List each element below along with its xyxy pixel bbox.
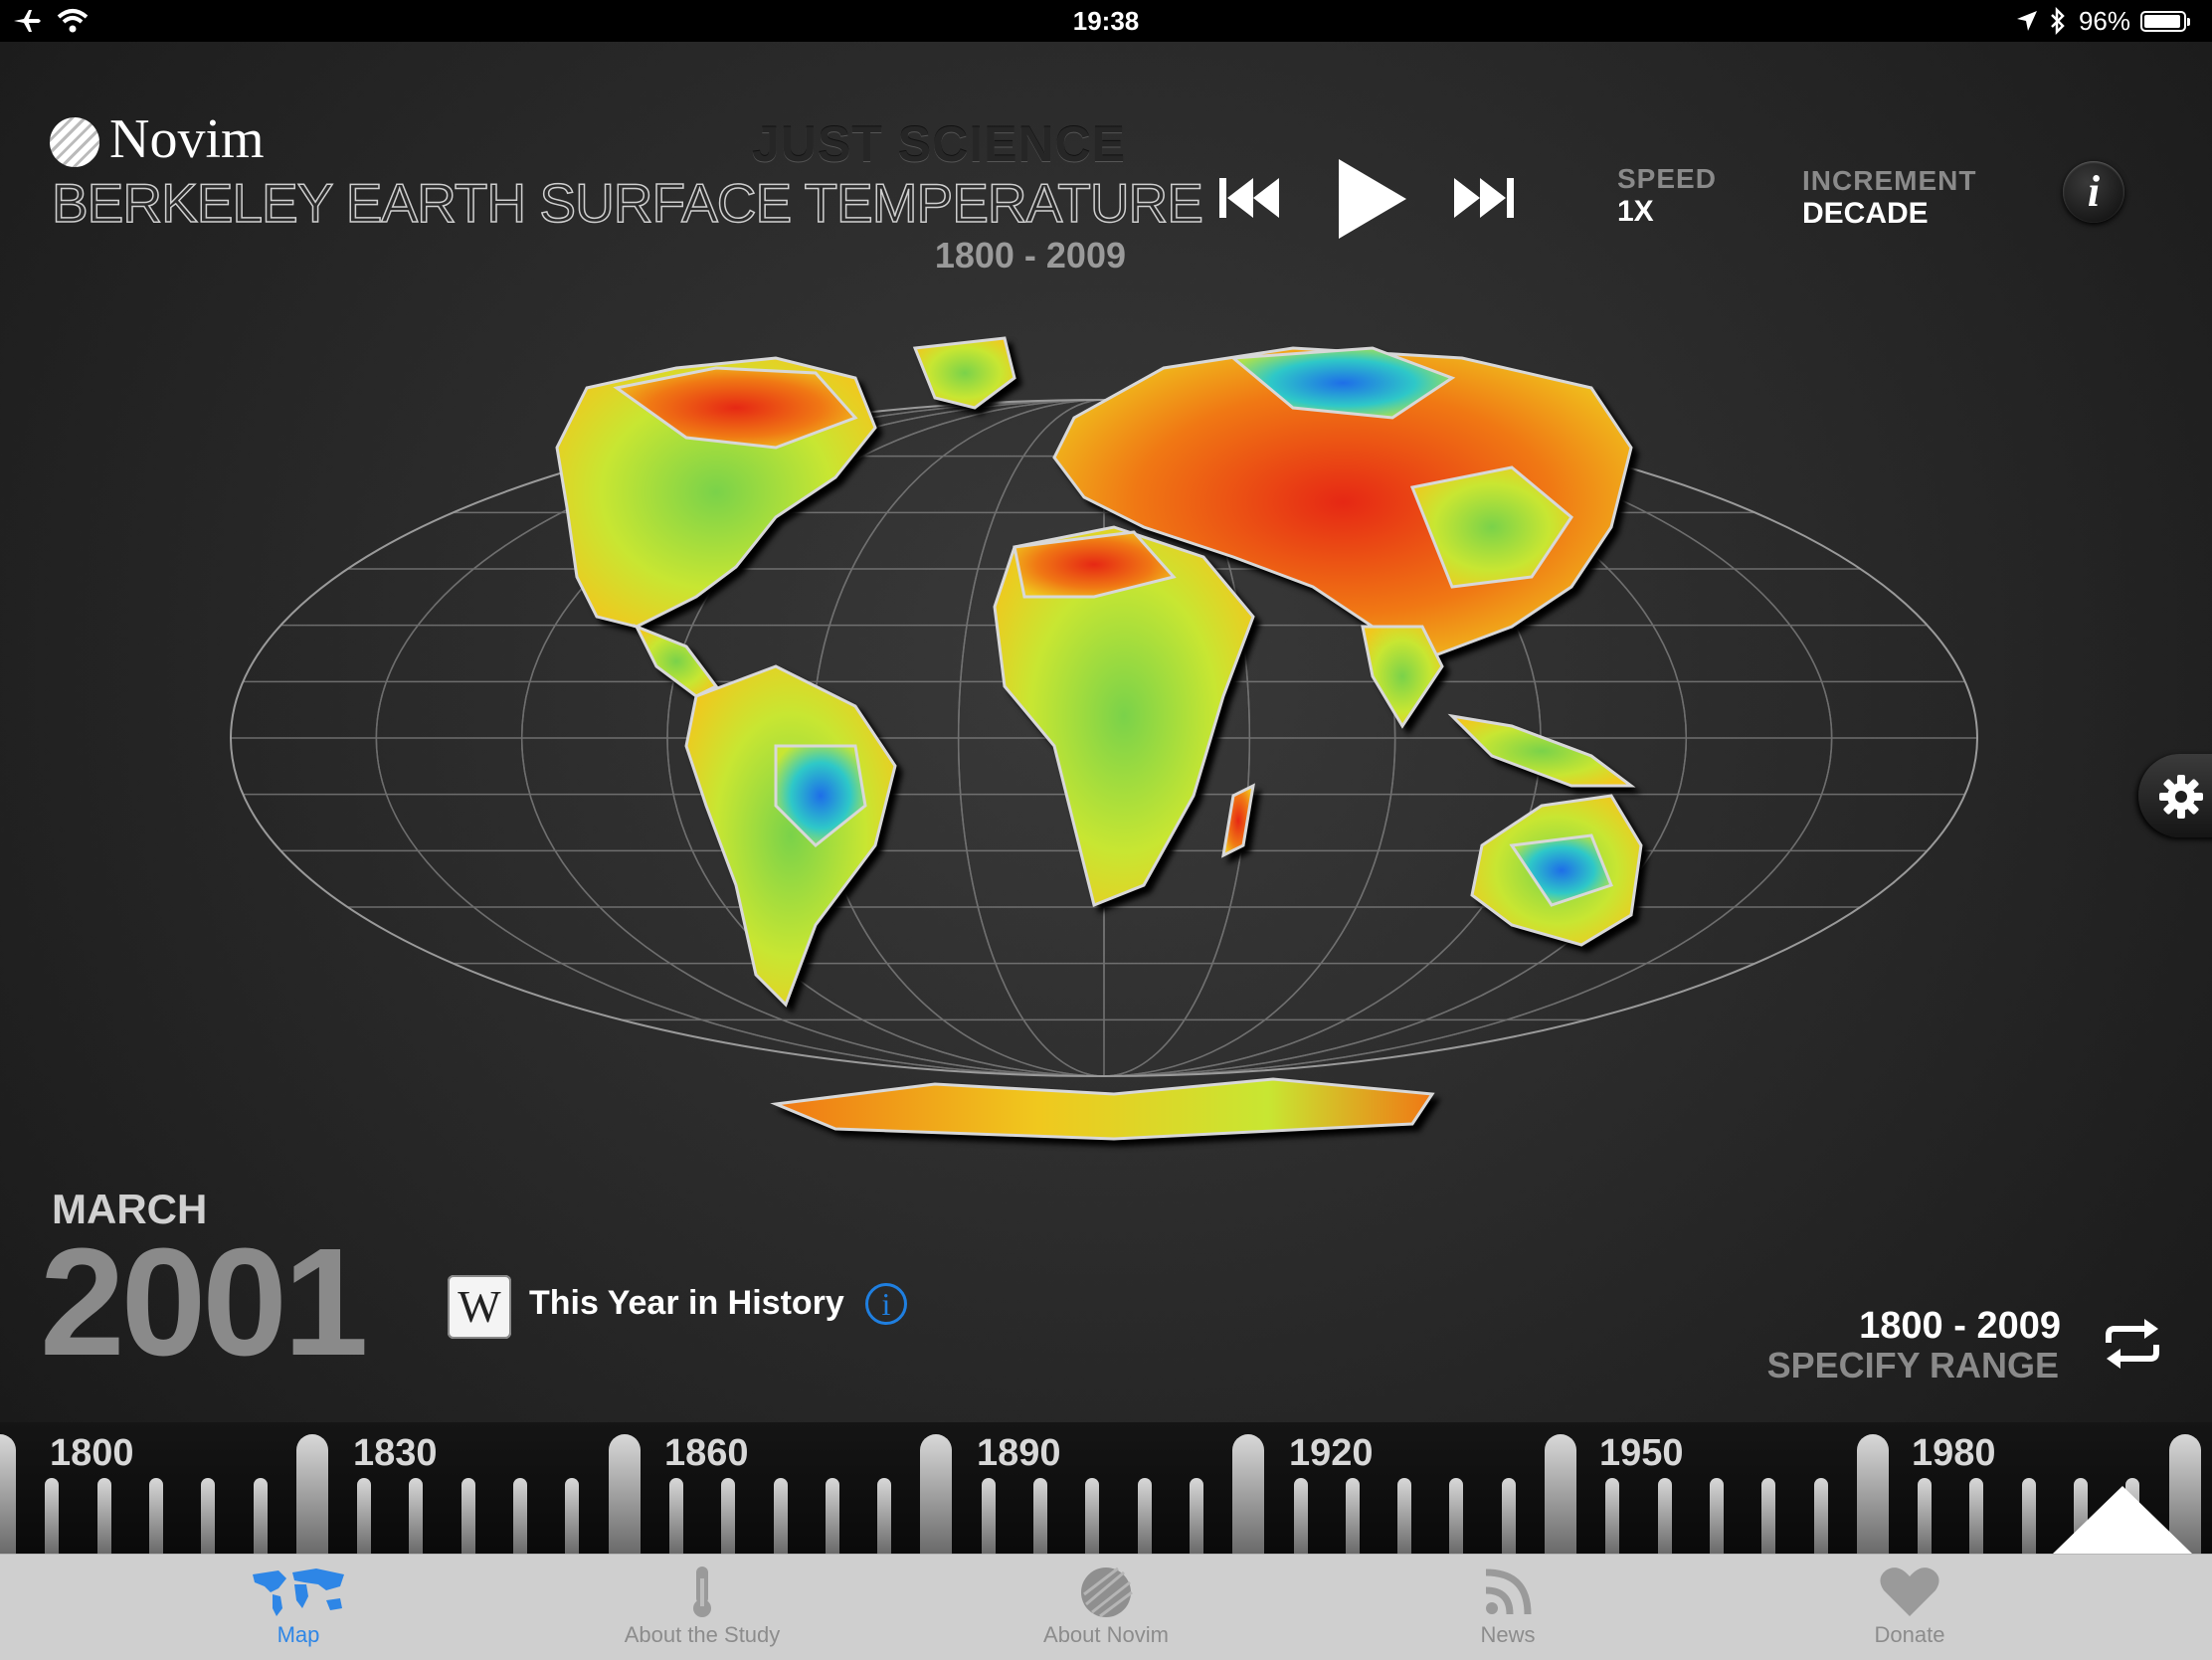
battery-icon (2140, 11, 2190, 32)
gear-icon (2159, 775, 2203, 819)
increment-value: DECADE (1802, 197, 1929, 230)
range-value: 1800 - 2009 (1859, 1305, 2061, 1347)
skip-back-icon[interactable] (1217, 175, 1281, 221)
status-time: 19:38 (1072, 6, 1140, 36)
timeline-label: 1860 (664, 1432, 749, 1474)
timeline-minor-tick (721, 1478, 736, 1554)
settings-tab[interactable] (2138, 754, 2212, 837)
timeline-minor-tick (148, 1478, 163, 1554)
timeline-minor-tick (357, 1478, 372, 1554)
timeline-major-tick (1856, 1434, 1889, 1554)
timeline-minor-tick (461, 1478, 475, 1554)
world-temperature-map (230, 336, 1978, 1141)
timeline-minor-tick (981, 1478, 996, 1554)
timeline-minor-tick (1657, 1478, 1672, 1554)
timeline-minor-tick (1605, 1478, 1620, 1554)
timeline-minor-tick (1449, 1478, 1464, 1554)
location-arrow-icon (2017, 11, 2037, 31)
timeline-minor-tick (253, 1478, 268, 1554)
timeline-major-tick (1232, 1434, 1265, 1554)
tab-bar: Map About the Study About Novim News Don… (0, 1554, 2212, 1660)
timeline-minor-tick (668, 1478, 683, 1554)
increment-control[interactable]: INCREMENT DECADE (1802, 165, 1976, 231)
tab-about-novim[interactable]: About Novim (957, 1555, 1255, 1660)
novim-logo-icon (50, 117, 99, 167)
timeline-major-tick (295, 1434, 328, 1554)
timeline-minor-tick (825, 1478, 839, 1554)
timeline-minor-tick (1137, 1478, 1152, 1554)
tab-label: About Novim (1043, 1622, 1169, 1647)
page-title: BERKELEY EARTH SURFACE TEMPERATURE (51, 171, 1203, 235)
wikipedia-icon[interactable]: W (448, 1275, 511, 1339)
status-bar: 19:38 96% (0, 0, 2212, 42)
timeline-major-tick (920, 1434, 953, 1554)
tab-about-the-study[interactable]: About the Study (553, 1555, 851, 1660)
tab-news[interactable]: News (1359, 1555, 1657, 1660)
timeline-minor-tick (96, 1478, 111, 1554)
timeline-minor-tick (1293, 1478, 1308, 1554)
timeline-minor-tick (1345, 1478, 1360, 1554)
tab-label: About the Study (624, 1622, 781, 1647)
tab-label: Donate (1874, 1622, 1945, 1647)
timeline-minor-tick (1501, 1478, 1516, 1554)
tab-map[interactable]: Map (149, 1555, 448, 1660)
timeline-minor-tick (1709, 1478, 1724, 1554)
timeline-scrubber[interactable]: 1800 1830 1860 1890 1920 1950 1980 (0, 1422, 2212, 1554)
title-year-range: 1800 - 2009 (934, 235, 1126, 276)
tagline: JUST SCIENCE (752, 116, 1126, 172)
current-year: 2001 (40, 1216, 369, 1387)
timeline-minor-tick (565, 1478, 580, 1554)
timeline-handle[interactable] (2053, 1486, 2192, 1554)
this-year-in-history-link[interactable]: This Year in History (529, 1284, 844, 1323)
tab-label: Map (276, 1622, 320, 1647)
skip-forward-icon[interactable] (1452, 175, 1516, 221)
timeline-minor-tick (773, 1478, 788, 1554)
battery-percent: 96% (2078, 6, 2130, 36)
timeline-minor-tick (409, 1478, 424, 1554)
play-icon[interactable] (1335, 157, 1408, 241)
timeline-minor-tick (1085, 1478, 1100, 1554)
tab-donate[interactable]: Donate (1760, 1555, 2059, 1660)
timeline-major-tick (608, 1434, 641, 1554)
heart-icon (1880, 1568, 1939, 1616)
timeline-label: 1800 (50, 1432, 134, 1474)
world-map-icon (253, 1568, 344, 1616)
timeline-minor-tick (201, 1478, 216, 1554)
rss-icon (1485, 1568, 1532, 1615)
tab-label: News (1480, 1622, 1536, 1647)
timeline-major-tick (1545, 1434, 1576, 1554)
timeline-minor-tick (2021, 1478, 2036, 1554)
timeline-major-tick (0, 1434, 16, 1554)
speed-value: 1X (1617, 195, 1654, 228)
bluetooth-icon (2051, 7, 2065, 35)
timeline-minor-tick (1397, 1478, 1412, 1554)
timeline-label: 1950 (1599, 1432, 1684, 1474)
timeline-label: 1980 (1912, 1432, 1996, 1474)
repeat-icon[interactable] (2101, 1317, 2164, 1371)
brand-name: Novim (109, 108, 265, 170)
timeline-minor-tick (45, 1478, 60, 1554)
novim-globe-icon (1081, 1567, 1133, 1618)
timeline-label: 1920 (1289, 1432, 1374, 1474)
thermometer-icon (693, 1567, 711, 1617)
timeline-minor-tick (1918, 1478, 1933, 1554)
specify-range-button[interactable]: SPECIFY RANGE (1767, 1345, 2059, 1386)
speed-control[interactable]: SPEED 1X (1617, 163, 1717, 229)
timeline-label: 1830 (353, 1432, 438, 1474)
timeline-minor-tick (513, 1478, 527, 1554)
timeline-minor-tick (1761, 1478, 1776, 1554)
timeline-minor-tick (1969, 1478, 1984, 1554)
timeline-label: 1890 (977, 1432, 1061, 1474)
timeline-minor-tick (1813, 1478, 1828, 1554)
timeline-minor-tick (1033, 1478, 1047, 1554)
timeline-minor-tick (877, 1478, 892, 1554)
timeline-minor-tick (1189, 1478, 1203, 1554)
speed-label: SPEED (1617, 163, 1717, 194)
history-info-icon[interactable]: i (865, 1283, 907, 1325)
increment-label: INCREMENT (1802, 165, 1977, 196)
info-icon[interactable]: i (2063, 161, 2124, 223)
